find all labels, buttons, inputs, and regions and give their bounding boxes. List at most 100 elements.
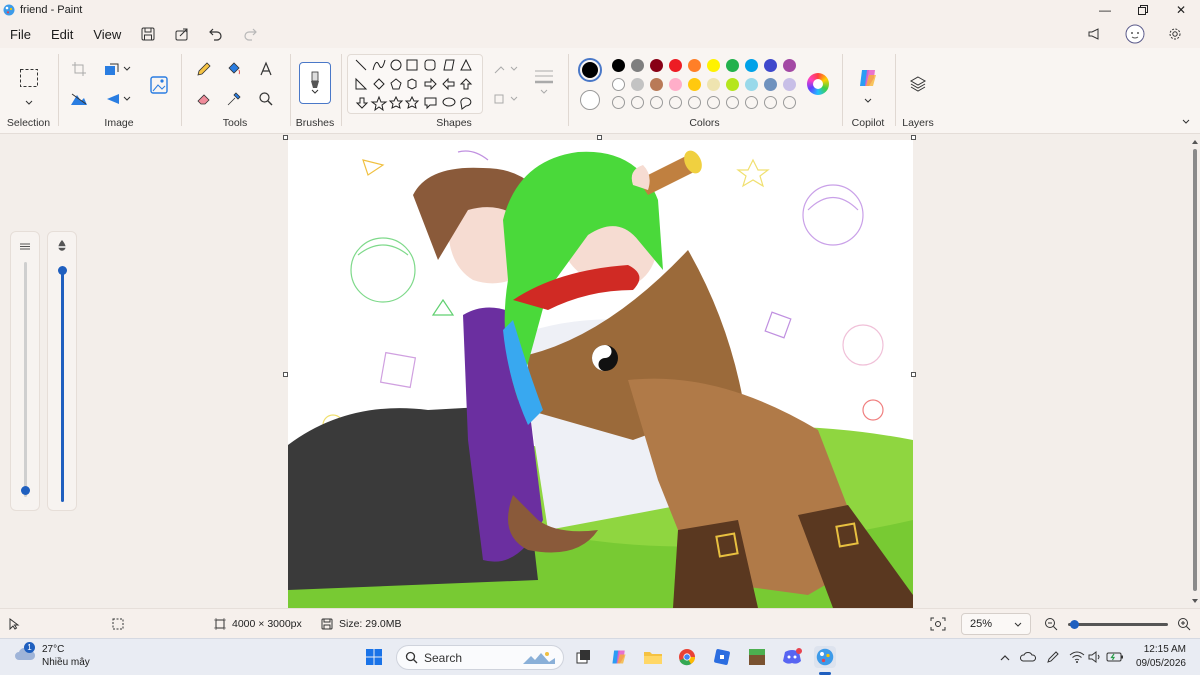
custom-color-slot[interactable] bbox=[783, 96, 796, 109]
custom-color-slot[interactable] bbox=[688, 96, 701, 109]
custom-color-slot[interactable] bbox=[726, 96, 739, 109]
resize-handle-top-right[interactable] bbox=[911, 135, 916, 140]
selection-button[interactable] bbox=[17, 66, 41, 90]
show-hidden-icons-button[interactable] bbox=[994, 646, 1016, 668]
discord-button[interactable] bbox=[781, 646, 803, 668]
brush-size-thumb[interactable] bbox=[21, 486, 30, 495]
share-button[interactable] bbox=[165, 20, 199, 48]
palette-color-swatch[interactable] bbox=[726, 59, 739, 72]
magnifier-tool[interactable] bbox=[255, 88, 277, 110]
menu-file[interactable]: File bbox=[0, 20, 41, 48]
paint-taskbar-button[interactable] bbox=[814, 646, 836, 668]
opacity-track[interactable] bbox=[61, 272, 64, 502]
palette-color-swatch[interactable] bbox=[783, 78, 796, 91]
minimize-button[interactable]: — bbox=[1086, 0, 1124, 20]
file-explorer-button[interactable] bbox=[642, 646, 664, 668]
copilot-dropdown[interactable] bbox=[857, 90, 879, 112]
fill-tool[interactable] bbox=[223, 58, 245, 80]
redo-button[interactable] bbox=[233, 20, 267, 48]
custom-color-slot[interactable] bbox=[650, 96, 663, 109]
resize-dropdown[interactable] bbox=[120, 58, 134, 80]
weather-widget[interactable]: 1 27°C Nhiều mây bbox=[14, 642, 90, 669]
image-creator-button[interactable] bbox=[146, 72, 172, 98]
palette-color-swatch[interactable] bbox=[669, 78, 682, 91]
palette-color-swatch[interactable] bbox=[764, 59, 777, 72]
palette-color-swatch[interactable] bbox=[764, 78, 777, 91]
palette-color-swatch[interactable] bbox=[688, 78, 701, 91]
opacity-thumb[interactable] bbox=[58, 266, 67, 275]
roblox-button[interactable] bbox=[711, 646, 733, 668]
palette-color-swatch[interactable] bbox=[745, 78, 758, 91]
zoom-out-button[interactable] bbox=[1044, 609, 1058, 639]
save-button[interactable] bbox=[131, 20, 165, 48]
selection-dropdown[interactable] bbox=[18, 92, 40, 114]
vertical-scrollbar[interactable] bbox=[1190, 135, 1200, 608]
drawing-canvas[interactable] bbox=[288, 140, 913, 608]
custom-color-slot[interactable] bbox=[669, 96, 682, 109]
account-button[interactable] bbox=[1118, 20, 1152, 48]
color-picker-tool[interactable] bbox=[223, 88, 245, 110]
scroll-up-icon[interactable] bbox=[1190, 138, 1200, 146]
palette-color-swatch[interactable] bbox=[783, 59, 796, 72]
palette-color-swatch[interactable] bbox=[669, 59, 682, 72]
palette-color-swatch[interactable] bbox=[612, 78, 625, 91]
palette-color-swatch[interactable] bbox=[688, 59, 701, 72]
opacity-slider-panel[interactable] bbox=[47, 231, 77, 511]
brush-size-track[interactable] bbox=[24, 262, 27, 497]
minecraft-button[interactable] bbox=[746, 646, 768, 668]
text-tool[interactable] bbox=[255, 58, 277, 80]
task-view-button[interactable] bbox=[572, 646, 594, 668]
custom-color-slot[interactable] bbox=[612, 96, 625, 109]
custom-color-slot[interactable] bbox=[745, 96, 758, 109]
remove-background-button[interactable] bbox=[68, 88, 90, 110]
secondary-color-swatch[interactable] bbox=[580, 90, 600, 110]
close-button[interactable]: ✕ bbox=[1162, 0, 1200, 20]
brushes-button[interactable] bbox=[299, 62, 331, 104]
layers-button[interactable] bbox=[907, 73, 929, 95]
battery-tray-button[interactable] bbox=[1104, 646, 1126, 668]
custom-color-slot[interactable] bbox=[631, 96, 644, 109]
settings-button[interactable] bbox=[1158, 20, 1192, 48]
taskbar-search[interactable]: Search bbox=[396, 645, 564, 670]
onedrive-tray-button[interactable] bbox=[1017, 646, 1039, 668]
palette-color-swatch[interactable] bbox=[745, 59, 758, 72]
custom-color-slot[interactable] bbox=[707, 96, 720, 109]
chrome-button[interactable] bbox=[676, 646, 698, 668]
menu-edit[interactable]: Edit bbox=[41, 20, 83, 48]
primary-color-swatch[interactable] bbox=[578, 58, 602, 82]
zoom-in-button[interactable] bbox=[1177, 609, 1191, 639]
rotate-dropdown[interactable] bbox=[120, 88, 134, 110]
copilot-button[interactable] bbox=[856, 66, 880, 90]
shapes-gallery[interactable] bbox=[347, 54, 483, 114]
system-clock[interactable]: 12:15 AM 09/05/2026 bbox=[1136, 643, 1186, 671]
zoom-slider-thumb[interactable] bbox=[1070, 620, 1079, 629]
edit-colors-button[interactable] bbox=[807, 73, 829, 95]
palette-color-swatch[interactable] bbox=[650, 59, 663, 72]
pen-tray-button[interactable] bbox=[1042, 646, 1064, 668]
scrollbar-thumb[interactable] bbox=[1193, 149, 1197, 591]
menu-view[interactable]: View bbox=[83, 20, 131, 48]
eraser-tool[interactable] bbox=[193, 88, 215, 110]
palette-color-swatch[interactable] bbox=[726, 78, 739, 91]
stroke-size-button[interactable] bbox=[531, 66, 557, 96]
scroll-down-icon[interactable] bbox=[1190, 597, 1200, 605]
crop-button[interactable] bbox=[68, 58, 90, 80]
start-button[interactable] bbox=[363, 646, 385, 668]
palette-color-swatch[interactable] bbox=[707, 78, 720, 91]
undo-button[interactable] bbox=[199, 20, 233, 48]
palette-color-swatch[interactable] bbox=[650, 78, 663, 91]
resize-handle-top[interactable] bbox=[597, 135, 602, 140]
resize-handle-left[interactable] bbox=[283, 372, 288, 377]
restore-button[interactable] bbox=[1124, 0, 1162, 20]
resize-handle-top-left[interactable] bbox=[283, 135, 288, 140]
feedback-button[interactable] bbox=[1078, 20, 1112, 48]
copilot-app-button[interactable] bbox=[608, 646, 630, 668]
volume-tray-button[interactable] bbox=[1084, 646, 1106, 668]
palette-color-swatch[interactable] bbox=[631, 78, 644, 91]
zoom-dropdown[interactable]: 25% bbox=[961, 613, 1031, 635]
shape-outline-button[interactable] bbox=[491, 58, 521, 80]
collapse-ribbon-button[interactable] bbox=[1178, 114, 1194, 130]
fit-to-window-button[interactable] bbox=[930, 609, 946, 639]
resize-handle-right[interactable] bbox=[911, 372, 916, 377]
custom-color-slot[interactable] bbox=[764, 96, 777, 109]
